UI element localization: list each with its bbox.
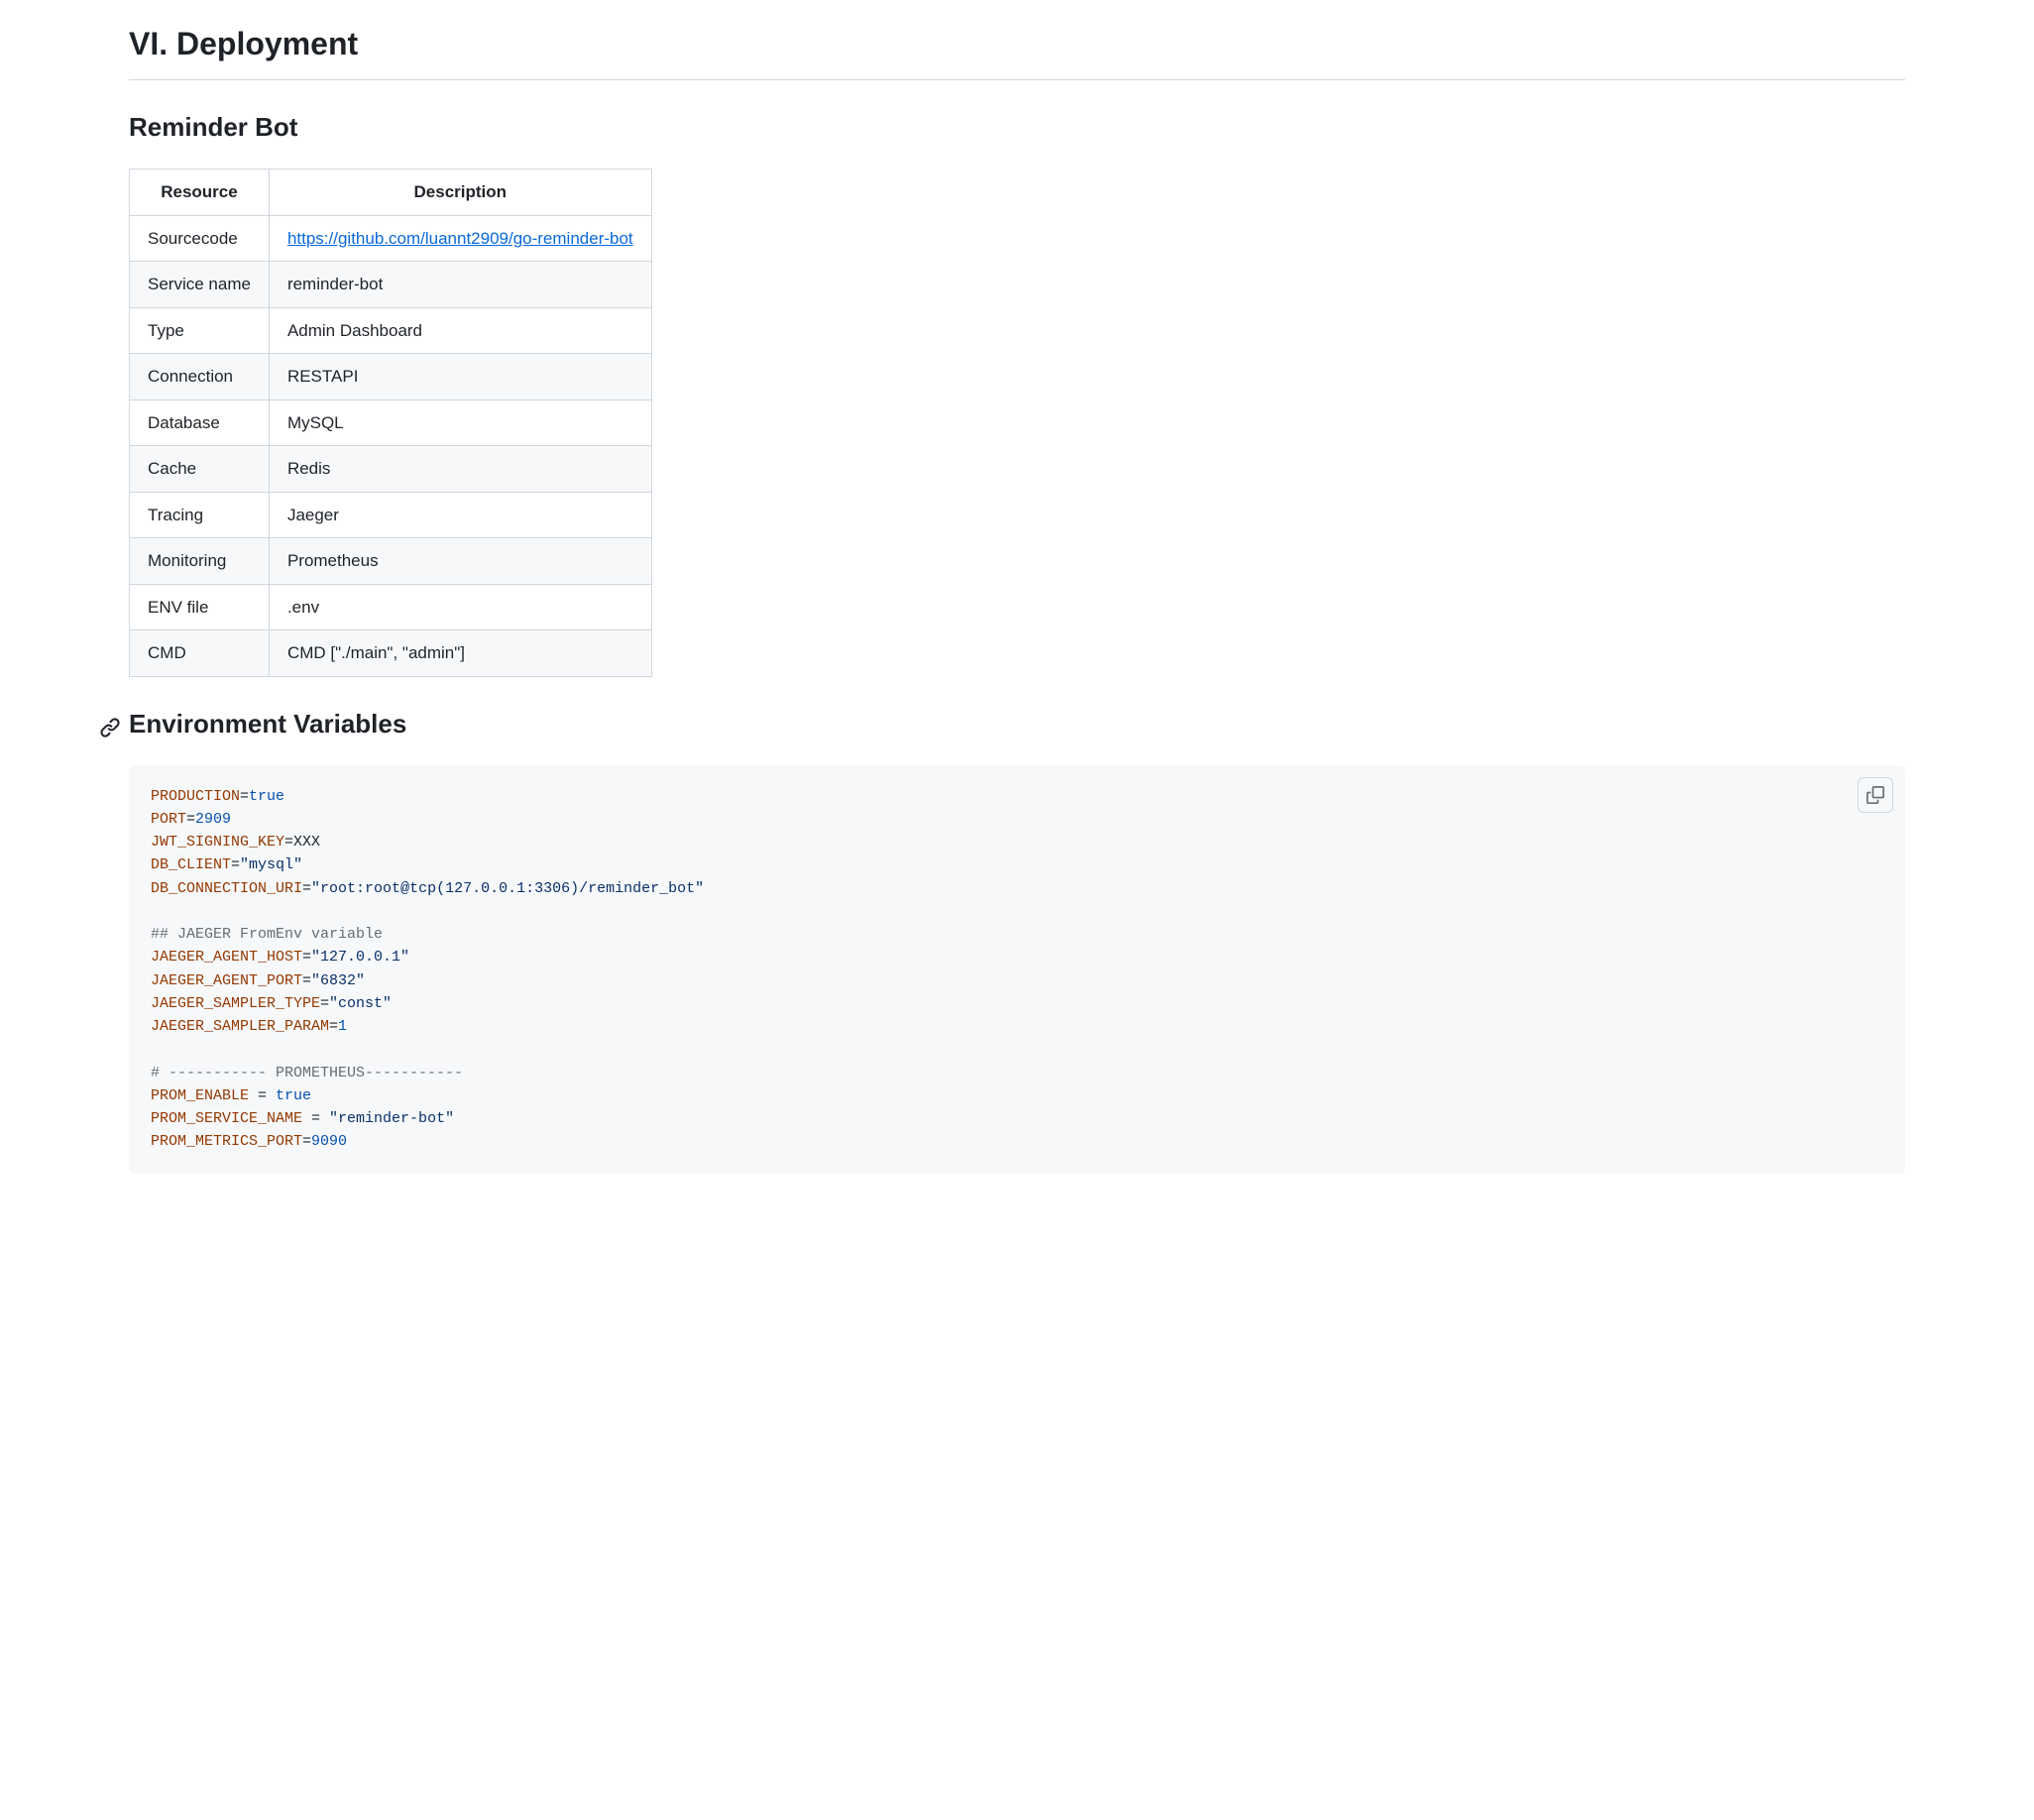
resource-table: Resource Description Sourcecode https://g… <box>129 169 652 677</box>
section-title: VI. Deployment <box>129 20 1905 80</box>
table-row: CMDCMD ["./main", "admin"] <box>130 630 652 677</box>
table-cell-description: Redis <box>269 446 651 493</box>
table-row: Sourcecode https://github.com/luannt2909/… <box>130 215 652 262</box>
table-cell-description: Admin Dashboard <box>269 307 651 354</box>
table-cell-description: Prometheus <box>269 538 651 585</box>
table-cell-description: reminder-bot <box>269 262 651 308</box>
table-cell-description: .env <box>269 584 651 630</box>
env-section-title-text: Environment Variables <box>129 709 406 739</box>
table-cell-description: Jaeger <box>269 492 651 538</box>
table-cell-resource: Tracing <box>130 492 270 538</box>
subsection-title: Reminder Bot <box>129 108 1905 147</box>
table-cell-resource: Type <box>130 307 270 354</box>
table-cell-description: CMD ["./main", "admin"] <box>269 630 651 677</box>
table-cell-description: https://github.com/luannt2909/go-reminde… <box>269 215 651 262</box>
table-cell-resource: Service name <box>130 262 270 308</box>
table-cell-resource: Monitoring <box>130 538 270 585</box>
table-row: MonitoringPrometheus <box>130 538 652 585</box>
table-header-description: Description <box>269 170 651 216</box>
table-cell-resource: CMD <box>130 630 270 677</box>
table-row: TracingJaeger <box>130 492 652 538</box>
table-cell-resource: Cache <box>130 446 270 493</box>
env-section-title: Environment Variables <box>129 705 1905 743</box>
table-cell-resource: Sourcecode <box>130 215 270 262</box>
table-row: ConnectionRESTAPI <box>130 354 652 400</box>
table-cell-resource: ENV file <box>130 584 270 630</box>
table-header-resource: Resource <box>130 170 270 216</box>
copy-icon <box>1866 786 1884 804</box>
code-block: PRODUCTION=true PORT=2909 JWT_SIGNING_KE… <box>129 765 1905 1174</box>
table-row: DatabaseMySQL <box>130 399 652 446</box>
table-row: ENV file.env <box>130 584 652 630</box>
table-cell-description: RESTAPI <box>269 354 651 400</box>
link-icon[interactable] <box>99 711 121 733</box>
table-cell-resource: Database <box>130 399 270 446</box>
table-cell-description: MySQL <box>269 399 651 446</box>
copy-button[interactable] <box>1858 777 1893 813</box>
table-cell-resource: Connection <box>130 354 270 400</box>
table-row: Service namereminder-bot <box>130 262 652 308</box>
sourcecode-link[interactable]: https://github.com/luannt2909/go-reminde… <box>287 229 633 248</box>
table-row: TypeAdmin Dashboard <box>130 307 652 354</box>
table-header-row: Resource Description <box>130 170 652 216</box>
table-row: CacheRedis <box>130 446 652 493</box>
document-container: VI. Deployment Reminder Bot Resource Des… <box>0 0 2034 1174</box>
code-content: PRODUCTION=true PORT=2909 JWT_SIGNING_KE… <box>151 785 1883 1154</box>
